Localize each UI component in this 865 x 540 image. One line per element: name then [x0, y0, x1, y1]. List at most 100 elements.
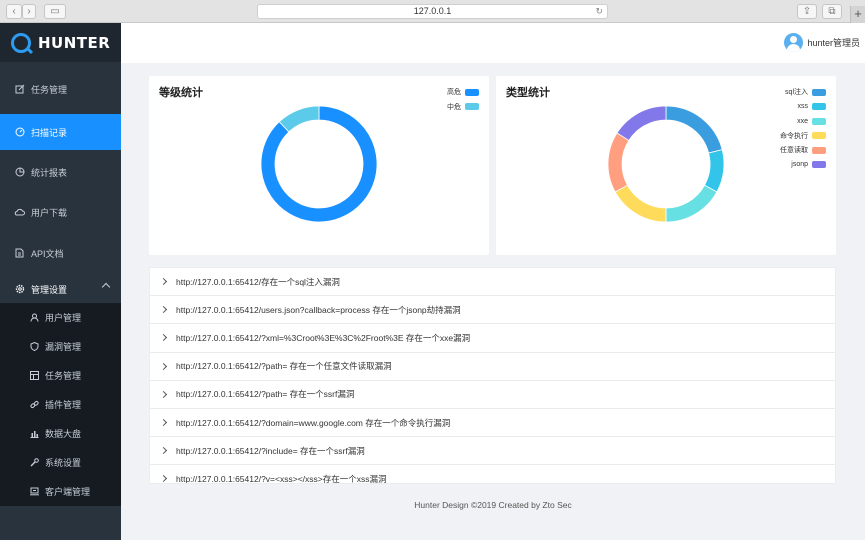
shield-icon: [30, 342, 39, 351]
list-item[interactable]: http://127.0.0.1:65412/?v=<xss></xss>存在一…: [150, 465, 835, 484]
sub-label: 漏洞管理: [45, 342, 82, 352]
legend-item[interactable]: 中危: [447, 100, 479, 115]
card-title: 等级统计: [159, 87, 203, 99]
avatar: [784, 33, 804, 52]
nav-item-api-docs[interactable]: API文档: [0, 235, 121, 271]
donut-slice-中危[interactable]: [278, 105, 320, 133]
bar-chart-icon: [30, 429, 39, 438]
vuln-text: http://127.0.0.1:65412/?path= 存在一个任意文件读取…: [176, 361, 392, 372]
browser-toolbar: ‹ › ▭ 127.0.0.1 ↻ ⇪ ⧉ +: [0, 0, 865, 23]
chart-legend: sql注入 xss xxe 命令执行 任意读取 jsonp: [780, 85, 826, 172]
sidebar-toggle-button[interactable]: ▭: [44, 4, 66, 19]
legend-item[interactable]: 高危: [447, 85, 479, 100]
type-donut-chart: [607, 105, 725, 223]
sub-item-vuln-management[interactable]: 漏洞管理: [0, 332, 121, 361]
nav-label: 统计报表: [31, 167, 68, 178]
nav-label: 扫描记录: [31, 127, 68, 138]
page-footer: Hunter Design ©2019 Created by Zto Sec: [414, 500, 572, 510]
legend-item[interactable]: 任意读取: [780, 143, 826, 158]
sub-item-client-management[interactable]: 客户端管理: [0, 477, 121, 506]
donut-slice-高危[interactable]: [260, 105, 378, 223]
list-item[interactable]: http://127.0.0.1:65412/?path= 存在一个任意文件读取…: [150, 353, 835, 381]
donut-slice-jsonp[interactable]: [616, 105, 667, 141]
wrench-icon: [30, 458, 39, 467]
legend-item[interactable]: 命令执行: [780, 129, 826, 144]
vuln-text: http://127.0.0.1:65412/?domain=www.googl…: [176, 417, 451, 428]
donut-slice-xss[interactable]: [704, 149, 725, 193]
donut-slice-命令执行[interactable]: [614, 184, 667, 223]
vuln-text: http://127.0.0.1:65412/?xml=%3Croot%3E%3…: [176, 332, 471, 343]
list-item[interactable]: http://127.0.0.1:65412/users.json?callba…: [150, 296, 835, 325]
dashboard-icon: [14, 127, 25, 138]
nav-item-scan-records[interactable]: 扫描记录: [0, 114, 121, 150]
vuln-text: http://127.0.0.1:65412/users.json?callba…: [176, 304, 461, 315]
legend-item[interactable]: jsonp: [780, 158, 826, 173]
back-button[interactable]: ‹: [6, 4, 22, 19]
legend-swatch: [812, 146, 826, 154]
sub-item-task-management[interactable]: 任务管理: [0, 361, 121, 390]
legend-swatch: [465, 88, 479, 96]
legend-swatch: [812, 88, 826, 96]
edit-icon: [14, 84, 25, 95]
vuln-list: http://127.0.0.1:65412/存在一个sql注入漏洞 http:…: [149, 267, 836, 484]
legend-swatch: [812, 117, 826, 125]
list-item[interactable]: http://127.0.0.1:65412/存在一个sql注入漏洞: [150, 268, 835, 297]
brand-name: HUNTER: [38, 33, 111, 52]
legend-swatch: [812, 132, 826, 140]
sub-label: 系统设置: [45, 458, 82, 468]
top-header: hunter管理员: [121, 23, 865, 63]
sub-label: 任务管理: [45, 371, 82, 381]
list-item[interactable]: http://127.0.0.1:65412/?domain=www.googl…: [150, 409, 835, 438]
nav-label: 任务管理: [31, 84, 68, 95]
legend-item[interactable]: xss: [780, 100, 826, 115]
user-menu[interactable]: hunter管理员: [784, 33, 860, 52]
legend-label: 中危: [447, 103, 461, 111]
gear-icon: [14, 284, 25, 295]
chart-legend: 高危 中危: [447, 85, 479, 114]
legend-label: xxe: [797, 117, 808, 125]
vuln-text: http://127.0.0.1:65412/?v=<xss></xss>存在一…: [176, 473, 387, 484]
type-stats-card: 类型统计 sql注入 xss xxe 命令执行 任意读取 jsonp: [496, 76, 836, 255]
donut-slice-sql注入[interactable]: [665, 105, 723, 154]
nav-item-downloads[interactable]: 用户下载: [0, 194, 121, 230]
forward-button[interactable]: ›: [22, 4, 36, 19]
chevron-right-icon: [159, 306, 168, 314]
sub-label: 插件管理: [45, 400, 82, 410]
legend-swatch: [465, 103, 479, 111]
nav-item-reports[interactable]: 统计报表: [0, 154, 121, 190]
chevron-right-icon: [159, 362, 168, 370]
sub-item-plugin-management[interactable]: 插件管理: [0, 390, 121, 419]
tabs-button[interactable]: ⧉: [822, 4, 842, 19]
legend-label: 命令执行: [780, 132, 808, 140]
donut-slice-xxe[interactable]: [665, 184, 718, 223]
pie-chart-icon: [14, 167, 25, 178]
sidebar: HUNTER 任务管理 扫描记录 统计报表 用户下载 API文档 管理设置 用户…: [0, 23, 121, 540]
link-icon: [30, 400, 39, 409]
list-item[interactable]: http://127.0.0.1:65412/?xml=%3Croot%3E%3…: [150, 324, 835, 353]
list-item[interactable]: http://127.0.0.1:65412/?path= 存在一个ssrf漏洞: [150, 381, 835, 409]
nav-item-tasks[interactable]: 任务管理: [0, 71, 121, 107]
donut-slice-任意读取[interactable]: [607, 132, 630, 193]
legend-label: xss: [797, 103, 809, 111]
card-title: 类型统计: [506, 87, 550, 99]
chevron-right-icon: [159, 278, 168, 286]
sub-label: 客户端管理: [45, 487, 91, 497]
vuln-text: http://127.0.0.1:65412/?include= 存在一个ssr…: [176, 445, 365, 456]
share-button[interactable]: ⇪: [797, 4, 817, 19]
level-donut-chart: [260, 105, 378, 223]
legend-item[interactable]: xxe: [780, 114, 826, 129]
reload-icon[interactable]: ↻: [595, 5, 603, 18]
legend-item[interactable]: sql注入: [780, 85, 826, 100]
laptop-icon: [30, 487, 39, 496]
brand-logo[interactable]: HUNTER: [0, 23, 121, 62]
user-name: hunter管理员: [807, 38, 860, 48]
list-item[interactable]: http://127.0.0.1:65412/?include= 存在一个ssr…: [150, 437, 835, 466]
sub-item-system-settings[interactable]: 系统设置: [0, 448, 121, 477]
user-icon: [30, 313, 39, 322]
sub-item-data-dashboard[interactable]: 数据大盘: [0, 419, 121, 448]
address-bar[interactable]: 127.0.0.1 ↻: [257, 4, 608, 19]
new-tab-button[interactable]: +: [850, 6, 865, 23]
chevron-right-icon: [159, 390, 168, 398]
nav-item-admin-settings[interactable]: 管理设置: [0, 271, 121, 307]
sub-item-user-management[interactable]: 用户管理: [0, 303, 121, 332]
